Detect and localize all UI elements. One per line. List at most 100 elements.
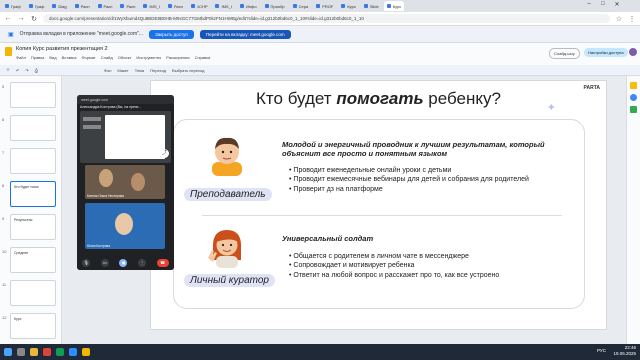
menu-item[interactable]: Слайд xyxy=(101,55,113,60)
keep-icon[interactable] xyxy=(630,82,637,89)
browser-tab[interactable]: Расп xyxy=(95,1,116,11)
redo-icon[interactable]: ↷ xyxy=(25,68,28,73)
menu-item[interactable]: Файл xyxy=(16,55,26,60)
more-icon[interactable]: ⋮ xyxy=(138,259,147,267)
teacher-heading: Молодой и энергичный проводник к лучшим … xyxy=(282,140,545,158)
print-icon[interactable]: ⎙ xyxy=(35,68,38,73)
taskbar: РУС 22:46 19.06.2025 xyxy=(0,344,640,360)
maximize-icon[interactable]: □ xyxy=(596,1,610,8)
chrome-icon[interactable] xyxy=(43,348,51,356)
browser-tab[interactable]: Приобр xyxy=(262,1,288,11)
toolbar-item-theme[interactable]: Тема xyxy=(135,68,144,73)
slide[interactable]: Кто будет помогать ребенку? PARTA ✦ Преп… xyxy=(150,80,607,330)
toolbar-item-background[interactable]: Фон xyxy=(104,68,111,73)
slide-number: 10 xyxy=(2,249,7,254)
search-icon[interactable] xyxy=(17,348,25,356)
clock[interactable]: 22:46 19.06.2025 xyxy=(613,345,636,357)
new-slide-icon[interactable]: ＋ xyxy=(6,67,10,73)
tab-favicon-icon xyxy=(74,4,79,8)
tab-label: Граф xyxy=(11,3,21,9)
url-input[interactable]: docs.google.com/presentation/d/1WyXbumd4… xyxy=(43,14,610,23)
slide-thumbnail[interactable]: Курс xyxy=(10,313,56,339)
slide-thumbnail[interactable]: Результаты xyxy=(10,214,56,240)
tab-label: Курс xyxy=(392,3,402,9)
browser-tab[interactable]: Расп xyxy=(72,1,93,11)
slide-thumbnail[interactable] xyxy=(10,115,56,141)
browser-tab[interactable]: Сери xyxy=(290,1,312,11)
leave-call-icon[interactable]: ☎ xyxy=(156,259,169,267)
menu-item[interactable]: Объект xyxy=(118,55,132,60)
browser-tab[interactable]: Граф xyxy=(26,1,48,11)
browser-tab[interactable]: Расп xyxy=(117,1,138,11)
participant-1-name: Ксения Ольга Нестерова xyxy=(87,194,124,198)
editor-toolbar: ＋ ↶ ↷ ⎙ Фон Макет Тема Переход Выбрать п… xyxy=(0,65,640,76)
browser-tab[interactable]: Slide xyxy=(361,1,382,11)
telegram-icon[interactable] xyxy=(69,348,77,356)
tab-favicon-icon xyxy=(52,4,57,8)
start-icon[interactable] xyxy=(4,348,12,356)
participant-2-name: Юлия Кострова xyxy=(87,244,110,248)
explorer-icon[interactable] xyxy=(30,348,38,356)
browser-tab[interactable]: Расп xyxy=(165,1,186,11)
camera-icon[interactable]: ▭ xyxy=(100,259,109,267)
menu-item[interactable]: Справка xyxy=(195,55,211,60)
reload-icon[interactable]: ↻ xyxy=(30,15,38,23)
meet-pip-window[interactable]: meet.google.com Александра Кострова (Вы,… xyxy=(77,95,174,270)
avatar[interactable] xyxy=(629,48,637,56)
stop-sharing-button[interactable]: Закрыть доступ xyxy=(149,29,194,39)
browser-tab[interactable]: IMS_I xyxy=(212,1,234,11)
tab-favicon-icon xyxy=(190,4,195,8)
slide-thumbnail[interactable] xyxy=(10,148,56,174)
menu-item[interactable]: Инструменты xyxy=(136,55,161,60)
browser-tab[interactable]: Инфо xyxy=(237,1,260,11)
slides-logo-icon[interactable] xyxy=(5,47,12,56)
menu-item[interactable]: Вид xyxy=(49,55,56,60)
back-icon[interactable]: ← xyxy=(4,15,12,22)
browser-tab[interactable]: PROF xyxy=(313,1,336,11)
tray-language[interactable]: РУС xyxy=(597,348,606,353)
app-icon[interactable] xyxy=(56,348,64,356)
forward-icon[interactable]: → xyxy=(17,15,25,22)
toolbar-item-transition[interactable]: Переход xyxy=(150,68,166,73)
slide-thumbnail[interactable] xyxy=(10,82,56,108)
tasks-icon[interactable] xyxy=(630,94,637,101)
slide-thumbnail-label: Результаты xyxy=(14,218,33,222)
toolbar-item-layout[interactable]: Макет xyxy=(117,68,128,73)
mic-icon[interactable]: 🎙 xyxy=(82,259,91,267)
shared-screen-preview: ⤴ xyxy=(80,111,171,163)
slideshow-button[interactable]: Слайд-шоу xyxy=(549,48,580,59)
menu-item[interactable]: Правка xyxy=(31,55,45,60)
browser-tab[interactable]: 1CHP xyxy=(188,1,211,11)
browser-tab[interactable]: Курс xyxy=(383,1,405,11)
switch-tab-button[interactable]: Перейти на вкладку: meet.google.com xyxy=(199,29,291,39)
share-access-button[interactable]: Настройки доступа xyxy=(584,48,628,57)
browser-tab[interactable]: Курс xyxy=(338,1,359,11)
star-icon[interactable]: ☆ xyxy=(615,15,623,23)
share-icon[interactable]: ⤴ xyxy=(160,149,169,158)
contacts-icon[interactable] xyxy=(630,106,637,113)
meet-controls: 🎙 ▭ ▣ ⋮ ☎ xyxy=(77,256,174,270)
present-icon[interactable]: ▣ xyxy=(119,259,128,267)
tab-label: Расп xyxy=(173,3,183,9)
tab-label: Приобр xyxy=(270,3,285,9)
tab-favicon-icon xyxy=(386,4,391,8)
meet-header: meet.google.com xyxy=(77,95,174,104)
menu-icon[interactable]: ⋮ xyxy=(628,15,636,23)
minimize-icon[interactable]: – xyxy=(582,1,596,8)
slide-thumbnail[interactable]: Среднее xyxy=(10,247,56,273)
doc-title[interactable]: Копия Курс развития презентация 2 xyxy=(16,46,108,52)
menu-item[interactable]: Вставка xyxy=(62,55,77,60)
toolbar-item-choose-transition[interactable]: Выбрать переход xyxy=(172,68,204,73)
menu-item[interactable]: Формат xyxy=(81,55,95,60)
app-icon[interactable] xyxy=(82,348,90,356)
browser-tab[interactable]: IMS_I xyxy=(140,1,162,11)
slide-thumbnail[interactable]: Кто будет помо xyxy=(10,181,56,207)
slide-thumbnail[interactable] xyxy=(10,280,56,306)
close-icon[interactable]: ✕ xyxy=(610,1,624,8)
browser-tab[interactable]: Diag xyxy=(49,1,69,11)
curator-role-label: Личный куратор xyxy=(184,274,275,287)
menu-item[interactable]: Расширения xyxy=(166,55,189,60)
tab-favicon-icon xyxy=(264,4,269,8)
undo-icon[interactable]: ↶ xyxy=(16,68,19,73)
browser-tab[interactable]: Граф xyxy=(2,1,24,11)
